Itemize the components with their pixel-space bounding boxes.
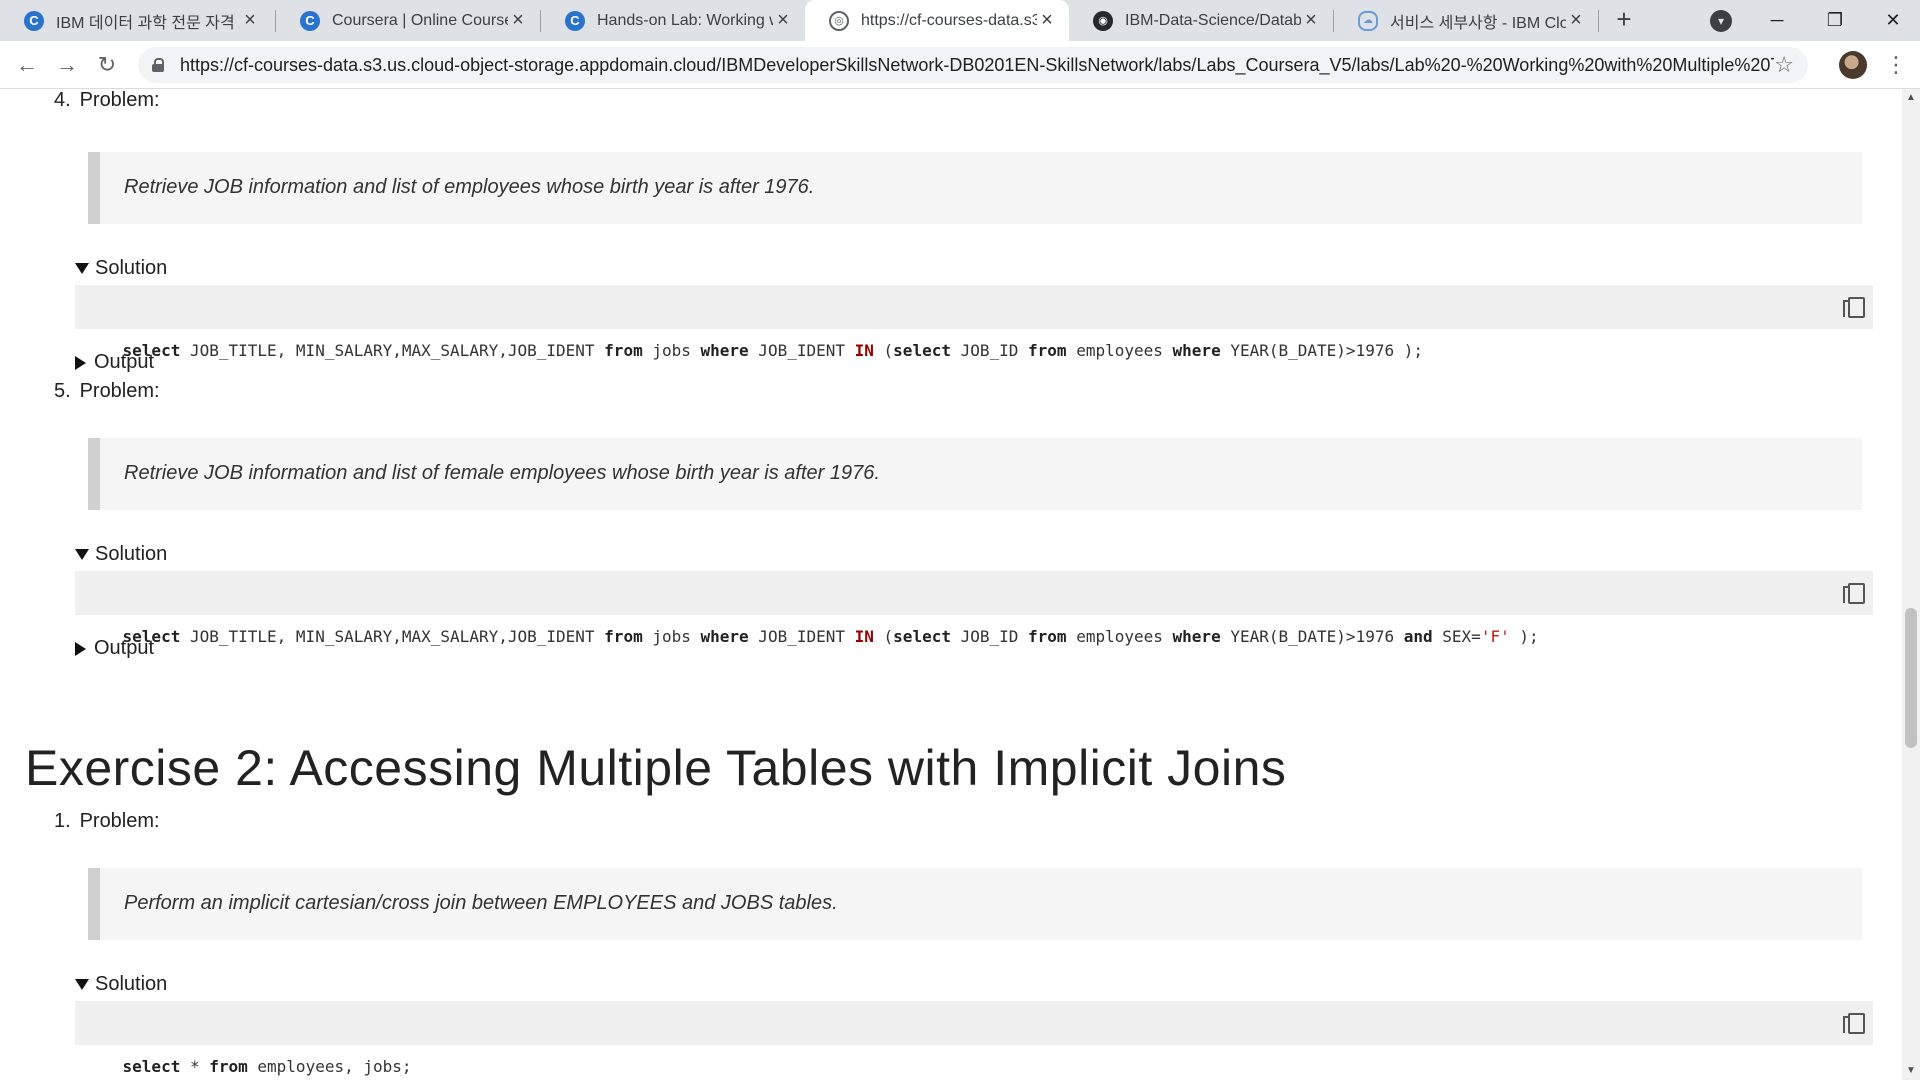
browser-toolbar: ← → ↻ https://cf-courses-data.s3.us.clou… bbox=[0, 41, 1920, 89]
coursera-icon: C bbox=[565, 10, 585, 31]
output-toggle[interactable]: Output bbox=[75, 637, 154, 660]
minimize-icon[interactable]: ─ bbox=[1748, 0, 1806, 41]
tab-search-icon[interactable]: ▾ bbox=[1710, 10, 1732, 32]
close-icon[interactable]: × bbox=[508, 9, 528, 32]
solution-toggle[interactable]: Solution bbox=[75, 543, 167, 566]
code-block: select JOB_TITLE, MIN_SALARY,MAX_SALARY,… bbox=[75, 285, 1873, 360]
tab-cf-courses-data[interactable]: ◎ https://cf-courses-data.s3.u × bbox=[805, 0, 1069, 41]
disclosure-open-icon bbox=[75, 263, 89, 274]
tab-title: Hands-on Lab: Working wi bbox=[597, 11, 773, 29]
back-icon[interactable]: ← bbox=[12, 50, 42, 80]
cloud-icon: ☁ bbox=[1358, 10, 1378, 31]
address-bar[interactable]: https://cf-courses-data.s3.us.cloud-obje… bbox=[138, 47, 1808, 83]
copy-icon[interactable] bbox=[1843, 583, 1865, 604]
tab-hands-on-lab[interactable]: C Hands-on Lab: Working wi × bbox=[541, 0, 805, 41]
scroll-up-icon[interactable]: ▲ bbox=[1906, 93, 1916, 103]
scroll-down-icon[interactable]: ▼ bbox=[1906, 1066, 1916, 1076]
reload-icon[interactable]: ↻ bbox=[92, 50, 122, 80]
url-text[interactable]: https://cf-courses-data.s3.us.cloud-obje… bbox=[180, 55, 1774, 76]
solution-toggle[interactable]: Solution bbox=[75, 973, 167, 996]
close-icon[interactable]: × bbox=[1566, 9, 1586, 32]
tab-title: IBM-Data-Science/Databas bbox=[1125, 11, 1301, 29]
copy-icon[interactable] bbox=[1843, 297, 1865, 318]
new-tab-button[interactable]: + bbox=[1610, 6, 1638, 34]
close-icon[interactable]: × bbox=[1301, 9, 1321, 32]
problem-4-description: Retrieve JOB information and list of emp… bbox=[88, 152, 1862, 224]
copy-icon[interactable] bbox=[1843, 1013, 1865, 1034]
tab-separator bbox=[1598, 10, 1599, 32]
close-icon[interactable]: × bbox=[1037, 9, 1057, 32]
problem-5-label: 5. Problem: bbox=[54, 380, 160, 402]
github-icon: ◉ bbox=[1093, 10, 1113, 31]
disclosure-closed-icon bbox=[75, 355, 86, 370]
disclosure-closed-icon bbox=[75, 641, 86, 656]
scrollbar-thumb[interactable] bbox=[1905, 608, 1917, 748]
exercise-2-heading: Exercise 2: Accessing Multiple Tables wi… bbox=[25, 740, 1287, 796]
output-toggle[interactable]: Output bbox=[75, 351, 154, 374]
tab-coursera[interactable]: C Coursera | Online Courses × bbox=[276, 0, 540, 41]
globe-icon: ◎ bbox=[829, 10, 849, 31]
tab-ibm-cloud-service[interactable]: ☁ 서비스 세부사항 - IBM Clo × bbox=[1334, 0, 1598, 41]
tab-strip: C IBM 데이터 과학 전문 자격 × C Coursera | Online… bbox=[0, 0, 1920, 41]
profile-avatar[interactable] bbox=[1839, 51, 1867, 79]
close-window-icon[interactable]: ✕ bbox=[1864, 0, 1920, 41]
tab-github-ibm-data-science[interactable]: ◉ IBM-Data-Science/Databas × bbox=[1069, 0, 1333, 41]
forward-icon[interactable]: → bbox=[52, 50, 82, 80]
lock-icon[interactable] bbox=[152, 58, 164, 72]
problem-4-label: 4. Problem: bbox=[54, 89, 160, 111]
disclosure-open-icon bbox=[75, 549, 89, 560]
exercise-2-problem-1-description: Perform an implicit cartesian/cross join… bbox=[88, 868, 1862, 940]
exercise-2-problem-1-label: 1. Problem: bbox=[54, 810, 160, 832]
solution-toggle[interactable]: Solution bbox=[75, 257, 167, 280]
tab-title: https://cf-courses-data.s3.u bbox=[861, 11, 1037, 29]
tab-title: IBM 데이터 과학 전문 자격 bbox=[56, 14, 235, 32]
code-block: select * from employees, jobs; bbox=[75, 1001, 1873, 1076]
restore-icon[interactable]: ❐ bbox=[1806, 0, 1864, 41]
vertical-scrollbar[interactable]: ▲ ▼ bbox=[1902, 89, 1920, 1080]
coursera-icon: C bbox=[300, 10, 320, 31]
close-icon[interactable]: × bbox=[240, 9, 260, 32]
browser-menu-icon[interactable]: ⋮ bbox=[1885, 51, 1907, 79]
close-icon[interactable]: × bbox=[773, 9, 793, 32]
tab-title: Coursera | Online Courses bbox=[332, 11, 508, 29]
problem-5-description: Retrieve JOB information and list of fem… bbox=[88, 438, 1862, 510]
page-content: 4. Problem: Retrieve JOB information and… bbox=[0, 89, 1902, 1080]
tab-title: 서비스 세부사항 - IBM Clo bbox=[1390, 14, 1566, 32]
tab-ibm-data-science[interactable]: C IBM 데이터 과학 전문 자격 × bbox=[0, 0, 272, 41]
code-block: select JOB_TITLE, MIN_SALARY,MAX_SALARY,… bbox=[75, 571, 1873, 646]
disclosure-open-icon bbox=[75, 979, 89, 990]
bookmark-star-icon[interactable]: ☆ bbox=[1774, 52, 1794, 78]
coursera-icon: C bbox=[24, 10, 44, 31]
